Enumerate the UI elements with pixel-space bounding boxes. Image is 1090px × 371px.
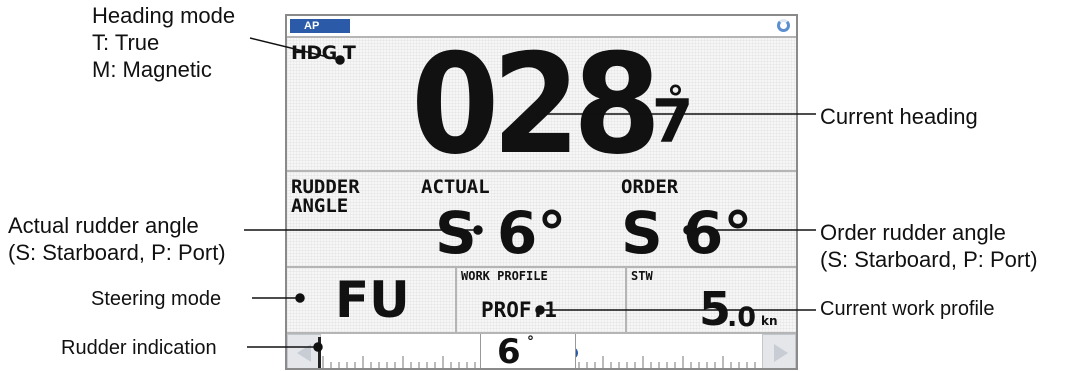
scroll-right-button[interactable]: [762, 334, 796, 368]
stw-value-decimal: .0: [727, 302, 757, 333]
callout-current-work-profile: Current work profile: [820, 298, 995, 320]
activity-spinner-icon: [777, 19, 790, 32]
callout-heading-mode-true: T: True: [92, 30, 160, 55]
callout-heading-mode: Heading mode T: True M: Magnetic: [92, 2, 235, 83]
arrow-left-icon: [297, 344, 311, 362]
work-profile-cell: WORK PROFILE PROF.1: [457, 268, 627, 332]
stw-unit: kn: [761, 314, 778, 328]
callout-current-heading: Current heading: [820, 104, 978, 129]
info-section: FU WORK PROFILE PROF.1 STW 5 .0 kn: [287, 268, 796, 334]
callout-heading-mode-title: Heading mode: [92, 3, 236, 28]
callout-order-rudder: Order rudder angle (S: Starboard, P: Por…: [820, 219, 1038, 273]
heading-degree-symbol: °: [667, 79, 684, 119]
stw-label: STW: [631, 269, 653, 283]
callout-order-rudder-note: (S: Starboard, P: Port): [820, 247, 1038, 272]
callout-actual-rudder-note: (S: Starboard, P: Port): [8, 240, 226, 265]
rudder-indicator-bar: 6 °: [287, 332, 796, 370]
rudder-section: RUDDER ANGLE ACTUAL ORDER S 6° S 6°: [287, 172, 796, 268]
heading-value-integer: 028: [411, 24, 661, 185]
order-label: ORDER: [621, 176, 679, 198]
heading-section: HDG T 028 .7 °: [287, 24, 796, 185]
rudder-bar-degree: °: [527, 334, 534, 350]
ap-mode-badge: AP: [290, 19, 350, 33]
actual-rudder-value: S 6°: [435, 199, 567, 267]
callout-steering-mode: Steering mode: [91, 288, 222, 310]
stw-cell: STW 5 .0 kn: [627, 268, 796, 332]
actual-label: ACTUAL: [421, 176, 490, 198]
callout-order-rudder-title: Order rudder angle: [820, 220, 1006, 245]
rudder-bar-value: 6: [497, 332, 521, 370]
rudder-value-box: 6 °: [480, 332, 576, 370]
scroll-left-button[interactable]: [287, 334, 321, 368]
order-rudder-value: S 6°: [621, 199, 753, 267]
work-profile-label: WORK PROFILE: [461, 269, 548, 283]
heading-mode-label: HDG T: [291, 42, 356, 64]
callout-actual-rudder: Actual rudder angle (S: Starboard, P: Po…: [8, 212, 226, 266]
callout-actual-rudder-title: Actual rudder angle: [8, 213, 199, 238]
work-profile-value: PROF.1: [481, 298, 557, 322]
steering-mode-value: FU: [335, 271, 410, 329]
steering-mode-cell: FU: [287, 268, 457, 332]
arrow-right-icon: [774, 344, 788, 362]
callout-rudder-indication: Rudder indication: [61, 337, 217, 359]
rudder-label-line2: ANGLE: [291, 195, 349, 217]
callout-heading-mode-magnetic: M: Magnetic: [92, 57, 212, 82]
autopilot-display: AP HDG T 028 .7 ° RUDDER ANGLE ACTUAL OR…: [285, 14, 798, 370]
